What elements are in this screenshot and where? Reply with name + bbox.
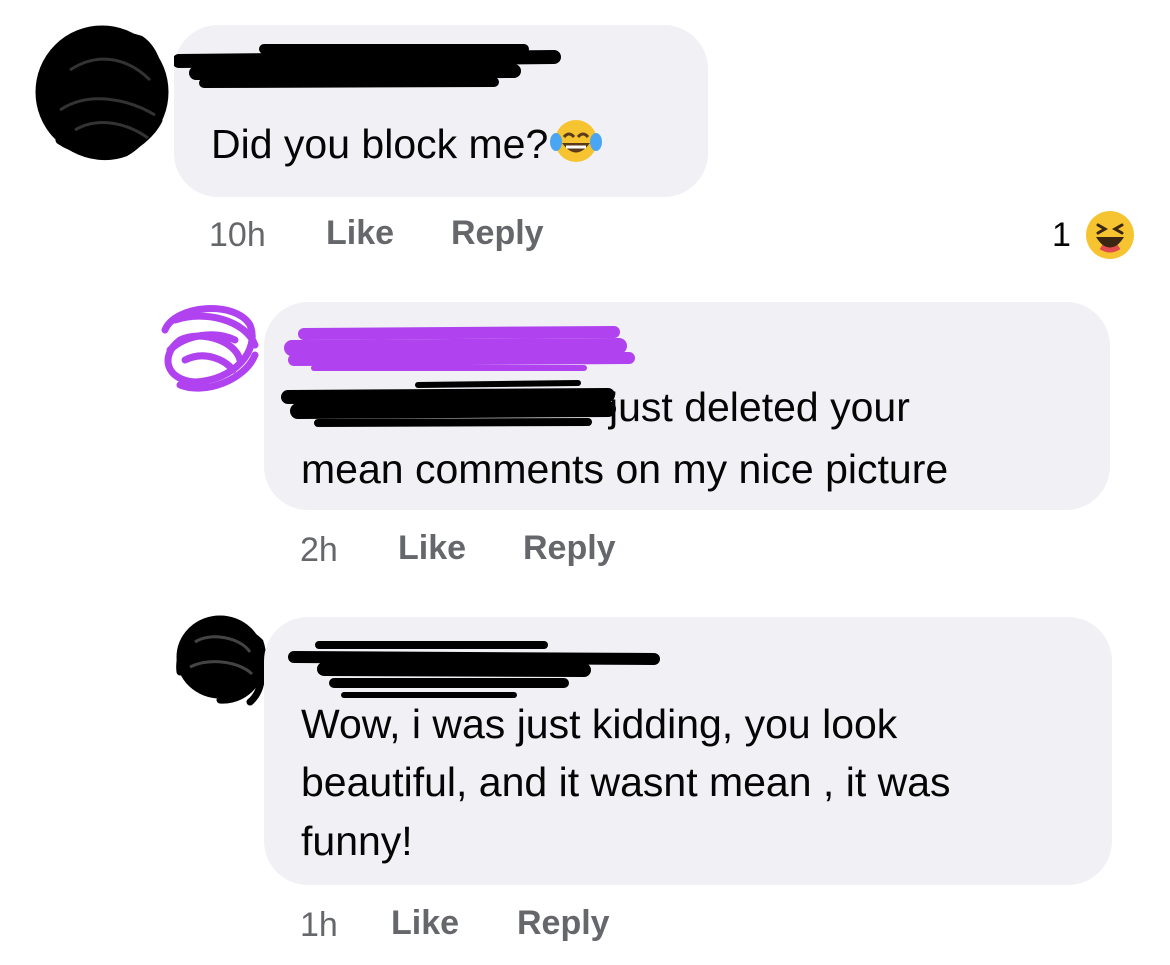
laughing-squint-emoji (1084, 209, 1136, 266)
reply-button[interactable]: Reply (523, 529, 616, 568)
comment-timestamp: 2h (300, 531, 338, 569)
name-redaction-scribble (284, 326, 635, 371)
tears-of-joy-emoji (550, 118, 603, 181)
avatar[interactable] (170, 612, 270, 707)
reply-button[interactable]: Reply (517, 904, 610, 943)
comment-bubble: Did you block me? (172, 25, 708, 197)
avatar-redaction-scribble (35, 25, 169, 161)
avatar[interactable] (155, 300, 265, 395)
comment-text-line: just deleted your (609, 384, 910, 430)
comment-timestamp: 10h (209, 216, 266, 254)
author-name-redacted (172, 35, 574, 95)
comment-timestamp: 1h (300, 906, 338, 944)
avatar[interactable] (30, 20, 170, 165)
comment-text: Did you block me? (211, 113, 603, 181)
avatar-redaction-scribble (161, 305, 259, 392)
comment-text-line: Wow, i was just kidding, you look (301, 701, 898, 747)
reply-button[interactable]: Reply (451, 214, 544, 253)
comment-text-line: funny! (301, 818, 413, 864)
avatar-redaction-scribble (176, 615, 267, 706)
comment-text-line: mean comments on my nice picture (301, 446, 949, 492)
reaction-summary[interactable]: 1 (1052, 209, 1142, 261)
like-button[interactable]: Like (326, 214, 394, 253)
author-name-redacted (284, 320, 644, 380)
like-button[interactable]: Like (391, 904, 459, 943)
like-button[interactable]: Like (398, 529, 466, 568)
comment-bubble: just deleted your mean comments on my ni… (264, 302, 1110, 510)
comment-text-line: beautiful, and it wasnt mean , it was (301, 759, 951, 805)
reaction-count: 1 (1052, 216, 1071, 254)
comment-bubble: Wow, i was just kidding, you look beauti… (264, 617, 1112, 885)
mention-redaction-scribble (281, 380, 616, 427)
name-redaction-scribble (172, 44, 561, 88)
mention-redacted (278, 377, 618, 432)
